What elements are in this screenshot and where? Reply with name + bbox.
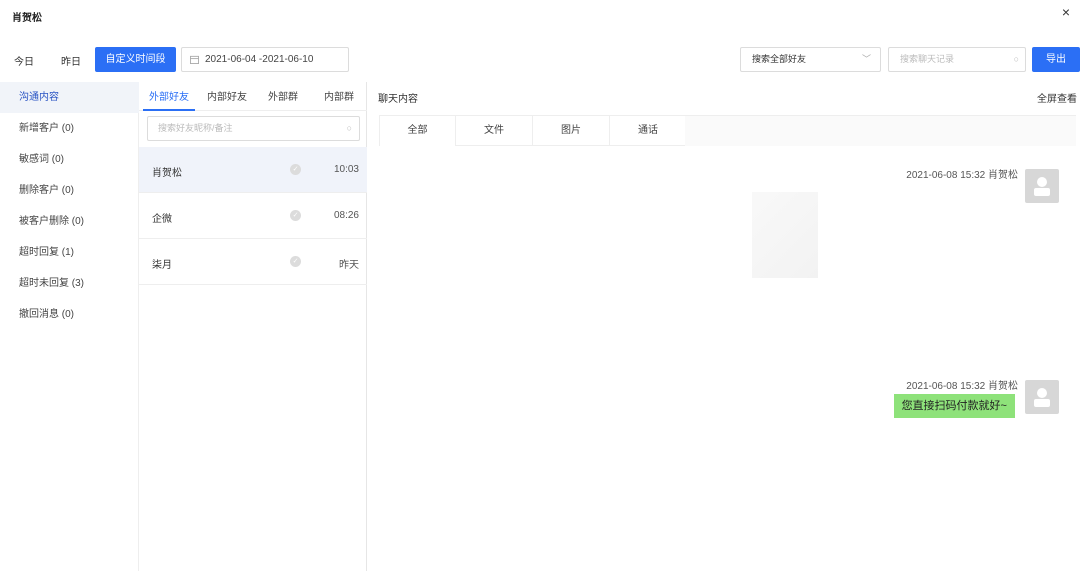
message-bubble: 您直接扫码付款就好~: [893, 394, 1015, 418]
friend-name: 柒月: [152, 260, 172, 271]
tab-internal-friends[interactable]: 内部好友: [199, 85, 255, 111]
today-button[interactable]: 今日: [14, 53, 34, 68]
friend-time: 10:03: [333, 164, 359, 175]
check-icon: ✓: [290, 164, 301, 175]
chat-title: 聊天内容: [378, 94, 418, 105]
friend-name: 肖贺松: [152, 168, 182, 179]
friend-row[interactable]: 企微 ✓ 08:26: [139, 193, 367, 239]
close-icon[interactable]: ×: [1062, 4, 1070, 20]
date-range-picker[interactable]: 2021-06-04 -2021-06-10: [181, 47, 349, 72]
friend-row[interactable]: 肖贺松 ✓ 10:03: [139, 147, 367, 193]
search-icon: ○: [1013, 54, 1019, 64]
message-meta: 2021-06-08 15:32 肖贺松: [906, 170, 1018, 181]
category-item-deleted-customers[interactable]: 删除客户 (0): [0, 175, 139, 206]
calendar-icon: [190, 55, 199, 64]
tab-internal-groups[interactable]: 内部群: [315, 85, 363, 111]
window-header: 肖贺松 ×: [0, 0, 1080, 30]
category-item-no-reply[interactable]: 超时未回复 (3): [0, 268, 139, 299]
check-icon: ✓: [290, 210, 301, 221]
tab-calls[interactable]: 通话: [610, 116, 687, 146]
friend-row[interactable]: 柒月 ✓ 昨天: [139, 239, 367, 285]
date-range-text: 2021-06-04 -2021-06-10: [205, 54, 314, 65]
toolbar: 今日 昨日 自定义时间段 2021-06-04 -2021-06-10 搜索全部…: [0, 46, 1080, 74]
yesterday-button[interactable]: 昨日: [61, 53, 81, 68]
search-icon: ○: [346, 123, 352, 133]
category-item-deleted-by-customer[interactable]: 被客户删除 (0): [0, 206, 139, 237]
window-title: 肖贺松: [12, 13, 42, 24]
chat-image-placeholder: [752, 192, 818, 278]
friend-search-input[interactable]: 搜索好友昵称/备注 ○: [147, 116, 360, 141]
friend-list-panel: 外部好友 内部好友 外部群 内部群 搜索好友昵称/备注 ○ 肖贺松 ✓ 10:0…: [139, 82, 367, 571]
category-item-recalled[interactable]: 撤回消息 (0): [0, 299, 139, 330]
tab-files[interactable]: 文件: [456, 116, 533, 146]
tab-external-groups[interactable]: 外部群: [259, 85, 307, 111]
category-item-communication[interactable]: 沟通内容: [0, 82, 139, 113]
user-icon: [1034, 388, 1050, 407]
tab-bar-filler: [685, 116, 1076, 146]
user-icon: [1034, 177, 1050, 196]
tab-all[interactable]: 全部: [379, 116, 456, 146]
friend-time: 08:26: [333, 210, 359, 221]
avatar: [1025, 380, 1059, 414]
friend-filter-value: 搜索全部好友: [752, 54, 807, 64]
tab-external-friends[interactable]: 外部好友: [143, 85, 195, 111]
friend-search-placeholder: 搜索好友昵称/备注: [158, 123, 233, 133]
chat-panel: 聊天内容 全屏查看 全部 文件 图片 通话 2021-06-08 15:32 肖…: [367, 82, 1080, 571]
avatar: [1025, 169, 1059, 203]
chevron-down-icon: ﹀: [861, 54, 871, 64]
chat-search-placeholder: 搜索聊天记录: [900, 54, 955, 64]
check-icon: ✓: [290, 256, 301, 267]
tab-images[interactable]: 图片: [533, 116, 610, 146]
friend-time: 昨天: [339, 260, 359, 271]
category-item-new-customers[interactable]: 新增客户 (0): [0, 113, 139, 144]
fullscreen-button[interactable]: 全屏查看: [1037, 90, 1077, 105]
custom-range-button[interactable]: 自定义时间段: [95, 47, 176, 72]
chat-tabs: 全部 文件 图片 通话: [379, 115, 1076, 146]
friend-name: 企微: [152, 214, 172, 225]
friend-filter-select[interactable]: 搜索全部好友 ﹀: [740, 47, 881, 72]
chat-search-input[interactable]: 搜索聊天记录 ○: [888, 47, 1026, 72]
category-item-late-reply[interactable]: 超时回复 (1): [0, 237, 139, 268]
export-button[interactable]: 导出: [1032, 47, 1080, 72]
friend-tabs: 外部好友 内部好友 外部群 内部群: [139, 85, 367, 111]
category-sidebar: 沟通内容 新增客户 (0) 敏感词 (0) 删除客户 (0) 被客户删除 (0)…: [0, 82, 139, 571]
message-meta: 2021-06-08 15:32 肖贺松: [906, 381, 1018, 392]
category-item-sensitive-words[interactable]: 敏感词 (0): [0, 144, 139, 175]
